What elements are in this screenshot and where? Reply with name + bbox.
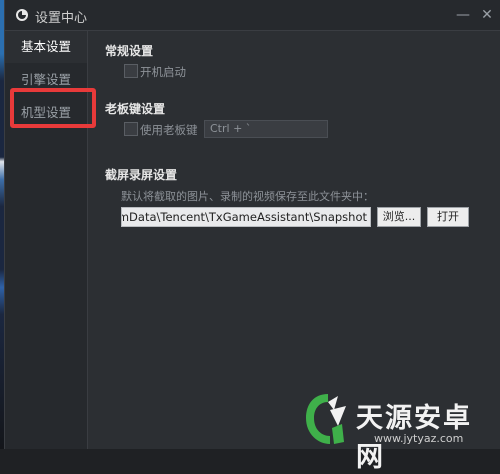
autostart-checkbox[interactable] [124, 64, 138, 78]
settings-window: 设置中心 — ✕ 基本设置 引擎设置 机型设置 常规设置 开机启动 老板键设置 … [4, 0, 500, 449]
browse-button[interactable]: 浏览... [377, 207, 421, 227]
app-logo-icon [16, 9, 28, 21]
open-folder-button[interactable]: 打开 [427, 207, 469, 227]
bosskey-checkbox[interactable] [124, 122, 138, 136]
bosskey-section-title: 老板键设置 [105, 102, 166, 116]
screenshot-section-title: 截屏录屏设置 [105, 168, 178, 182]
autostart-label: 开机启动 [140, 65, 186, 79]
title-bar[interactable]: 设置中心 — ✕ [5, 0, 500, 31]
close-button[interactable]: ✕ [477, 5, 497, 25]
bosskey-hotkey-input[interactable]: Ctrl + ` [204, 120, 328, 138]
bosskey-label: 使用老板键 [140, 123, 198, 137]
sidebar-item-basic[interactable]: 基本设置 [5, 31, 87, 63]
snapshot-path-field[interactable]: gramData\Tencent\TxGameAssistant\Snapsho… [121, 207, 371, 227]
highlight-annotation-box [10, 88, 96, 128]
snapshot-path-text: gramData\Tencent\TxGameAssistant\Snapsho… [121, 210, 367, 224]
watermark-url: www.jytyaz.com [374, 432, 464, 445]
window-title: 设置中心 [35, 11, 88, 26]
save-folder-hint: 默认将截取的图片、录制的视频保存至此文件夹中： [121, 190, 374, 203]
general-section-title: 常规设置 [105, 44, 154, 58]
minimize-button[interactable]: — [453, 5, 473, 25]
